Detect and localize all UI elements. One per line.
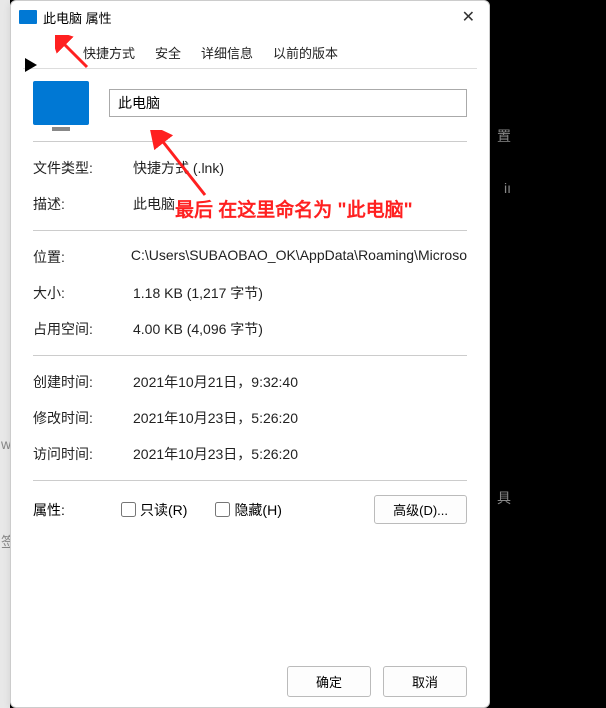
separator (33, 480, 467, 481)
created-label: 创建时间: (33, 372, 133, 392)
location-row: 位置: C:\Users\SUBAOBAO_OK\AppData\Roaming… (33, 247, 467, 267)
readonly-label: 只读(R) (140, 500, 187, 520)
this-pc-icon (33, 81, 89, 125)
advanced-button[interactable]: 高级(D)... (374, 495, 467, 524)
size-row: 大小: 1.18 KB (1,217 字节) (33, 283, 467, 303)
tab-security[interactable]: 安全 (145, 37, 191, 68)
modified-value: 2021年10月23日，5:26:20 (133, 408, 467, 428)
accessed-row: 访问时间: 2021年10月23日，5:26:20 (33, 444, 467, 464)
readonly-checkbox[interactable]: 只读(R) (121, 500, 187, 520)
tab-previous[interactable]: 以前的版本 (263, 37, 348, 68)
readonly-input[interactable] (121, 502, 136, 517)
tab-content: 文件类型: 快捷方式 (.lnk) 描述: 此电脑 位置: C:\Users\S… (11, 69, 489, 656)
modified-label: 修改时间: (33, 408, 133, 428)
description-label: 描述: (33, 194, 133, 214)
tab-details[interactable]: 详细信息 (191, 37, 263, 68)
size-label: 大小: (33, 283, 133, 303)
hidden-input[interactable] (215, 502, 230, 517)
ok-button[interactable]: 确定 (287, 666, 371, 697)
attributes-row: 属性: 只读(R) 隐藏(H) 高级(D)... (33, 495, 467, 524)
size-on-disk-label: 占用空间: (33, 319, 133, 339)
close-button[interactable]: ✕ (456, 7, 481, 27)
created-value: 2021年10月21日，9:32:40 (133, 372, 467, 392)
bg-letter: 置 (497, 126, 511, 146)
bg-letter: iı (504, 180, 511, 196)
monitor-icon (19, 10, 37, 24)
properties-dialog: 此电脑 属性 ✕ 快捷方式 安全 详细信息 以前的版本 文件类型: 快捷方式 (… (10, 0, 490, 708)
created-row: 创建时间: 2021年10月21日，9:32:40 (33, 372, 467, 392)
tab-shortcut[interactable]: 快捷方式 (73, 37, 145, 68)
location-value: C:\Users\SUBAOBAO_OK\AppData\Roaming\Mic… (131, 247, 467, 267)
file-type-value: 快捷方式 (.lnk) (133, 158, 467, 178)
hidden-checkbox[interactable]: 隐藏(H) (215, 500, 281, 520)
modified-row: 修改时间: 2021年10月23日，5:26:20 (33, 408, 467, 428)
file-type-label: 文件类型: (33, 158, 133, 178)
file-type-row: 文件类型: 快捷方式 (.lnk) (33, 158, 467, 178)
cancel-button[interactable]: 取消 (383, 666, 467, 697)
annotation-text: 最后 在这里命名为 "此电脑" (175, 195, 413, 222)
accessed-value: 2021年10月23日，5:26:20 (133, 444, 467, 464)
name-input[interactable] (109, 89, 467, 117)
cursor-icon (25, 58, 37, 72)
separator (33, 230, 467, 231)
bg-letter: 具 (497, 488, 511, 508)
size-value: 1.18 KB (1,217 字节) (133, 283, 467, 303)
tab-bar: 快捷方式 安全 详细信息 以前的版本 (23, 33, 477, 69)
size-on-disk-row: 占用空间: 4.00 KB (4,096 字节) (33, 319, 467, 339)
button-bar: 确定 取消 (11, 656, 489, 707)
location-label: 位置: (33, 247, 131, 267)
accessed-label: 访问时间: (33, 444, 133, 464)
size-on-disk-value: 4.00 KB (4,096 字节) (133, 319, 467, 339)
hidden-label: 隐藏(H) (234, 500, 281, 520)
window-title: 此电脑 属性 (43, 8, 456, 27)
attributes-label: 属性: (33, 500, 93, 520)
separator (33, 141, 467, 142)
titlebar: 此电脑 属性 ✕ (11, 1, 489, 33)
separator (33, 355, 467, 356)
